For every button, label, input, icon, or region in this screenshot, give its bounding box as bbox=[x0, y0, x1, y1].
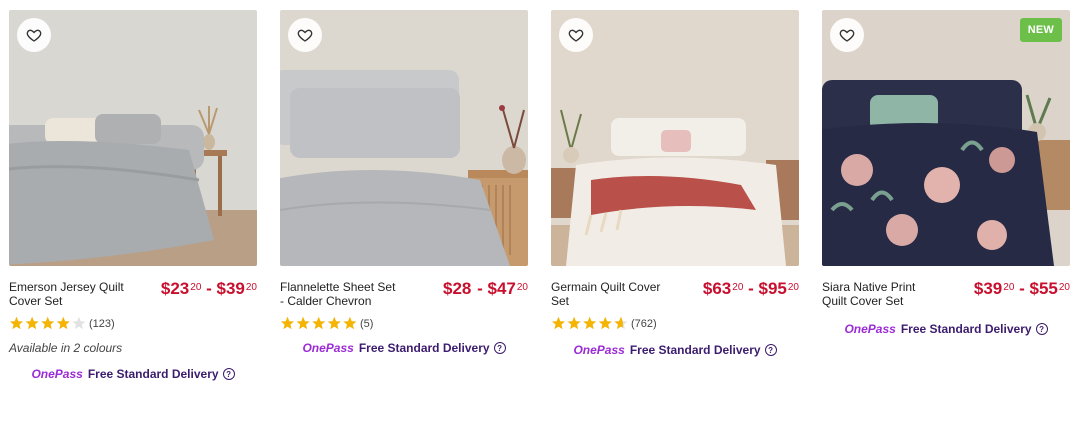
star-icon bbox=[552, 316, 565, 330]
delivery-label: Free Standard Delivery bbox=[629, 343, 761, 357]
wishlist-button[interactable] bbox=[830, 18, 864, 52]
product-image[interactable]: NEW bbox=[822, 10, 1070, 266]
star-icon bbox=[583, 316, 597, 330]
heart-outline-icon bbox=[568, 29, 584, 42]
help-circle-icon[interactable]: ? bbox=[764, 344, 777, 356]
rating[interactable]: (123) bbox=[9, 316, 257, 331]
product-image[interactable] bbox=[9, 10, 257, 266]
product-title[interactable]: Siara Native Print Quilt Cover Set bbox=[822, 280, 940, 308]
rating[interactable]: (5) bbox=[280, 316, 528, 331]
review-count: (5) bbox=[360, 317, 374, 330]
delivery-label: Free Standard Delivery bbox=[87, 367, 219, 381]
onepass-delivery[interactable]: OnePass Free Standard Delivery ? bbox=[822, 322, 1070, 336]
heart-outline-icon bbox=[26, 29, 42, 42]
star-icon bbox=[56, 316, 70, 330]
star-icon bbox=[10, 316, 23, 330]
star-icon bbox=[72, 316, 86, 330]
onepass-delivery[interactable]: OnePass Free Standard Delivery ? bbox=[551, 343, 799, 357]
product-title[interactable]: Germain Quilt Cover Set bbox=[551, 280, 669, 308]
onepass-logo: OnePass bbox=[31, 367, 83, 381]
help-circle-icon[interactable]: ? bbox=[222, 368, 235, 380]
product-card-siara[interactable]: NEW Siara Native Print Quilt Cover Set $… bbox=[822, 10, 1070, 336]
wishlist-button[interactable] bbox=[559, 18, 593, 52]
heart-outline-icon bbox=[297, 29, 313, 42]
review-count: (123) bbox=[89, 317, 115, 330]
delivery-label: Free Standard Delivery bbox=[900, 322, 1032, 336]
bedroom-photo bbox=[551, 10, 799, 266]
price-range: $6320 - $9520 bbox=[702, 279, 799, 298]
price-range: $2320 - $3920 bbox=[160, 279, 257, 298]
product-image[interactable] bbox=[280, 10, 528, 266]
colour-availability: Available in 2 colours bbox=[9, 341, 123, 355]
star-rating bbox=[551, 316, 629, 331]
star-icon bbox=[598, 316, 612, 330]
onepass-logo: OnePass bbox=[573, 343, 625, 357]
star-icon bbox=[25, 316, 39, 330]
star-rating bbox=[280, 316, 358, 331]
star-icon bbox=[343, 316, 357, 330]
onepass-delivery[interactable]: OnePass Free Standard Delivery ? bbox=[9, 367, 257, 381]
product-title[interactable]: Emerson Jersey Quilt Cover Set bbox=[9, 280, 127, 308]
help-circle-icon[interactable]: ? bbox=[1035, 323, 1048, 335]
onepass-logo: OnePass bbox=[302, 341, 354, 355]
heart-outline-icon bbox=[839, 29, 855, 42]
star-icon bbox=[281, 316, 294, 330]
bedroom-photo bbox=[9, 10, 257, 266]
star-icon bbox=[312, 316, 326, 330]
star-icon bbox=[327, 316, 341, 330]
help-circle-icon[interactable]: ? bbox=[493, 342, 506, 354]
product-card-flannelette[interactable]: Flannelette Sheet Set - Calder Chevron $… bbox=[280, 10, 528, 355]
product-card-germain[interactable]: Germain Quilt Cover Set $6320 - $9520 (7… bbox=[551, 10, 799, 357]
rating[interactable]: (762) bbox=[551, 316, 799, 331]
star-icon bbox=[41, 316, 55, 330]
star-icon bbox=[296, 316, 310, 330]
star-icon bbox=[567, 316, 581, 330]
product-card-emerson[interactable]: Emerson Jersey Quilt Cover Set $2320 - $… bbox=[9, 10, 257, 381]
product-title[interactable]: Flannelette Sheet Set - Calder Chevron bbox=[280, 280, 398, 308]
onepass-logo: OnePass bbox=[844, 322, 896, 336]
delivery-label: Free Standard Delivery bbox=[358, 341, 490, 355]
new-badge: NEW bbox=[1019, 18, 1062, 42]
price-range: $28 - $4720 bbox=[443, 279, 528, 298]
star-rating bbox=[9, 316, 87, 331]
bedroom-photo bbox=[822, 10, 1070, 266]
review-count: (762) bbox=[631, 317, 657, 330]
wishlist-button[interactable] bbox=[288, 18, 322, 52]
price-range: $3920 - $5520 bbox=[973, 279, 1070, 298]
onepass-delivery[interactable]: OnePass Free Standard Delivery ? bbox=[280, 341, 528, 355]
bedroom-photo bbox=[280, 10, 528, 266]
product-image[interactable] bbox=[551, 10, 799, 266]
wishlist-button[interactable] bbox=[17, 18, 51, 52]
